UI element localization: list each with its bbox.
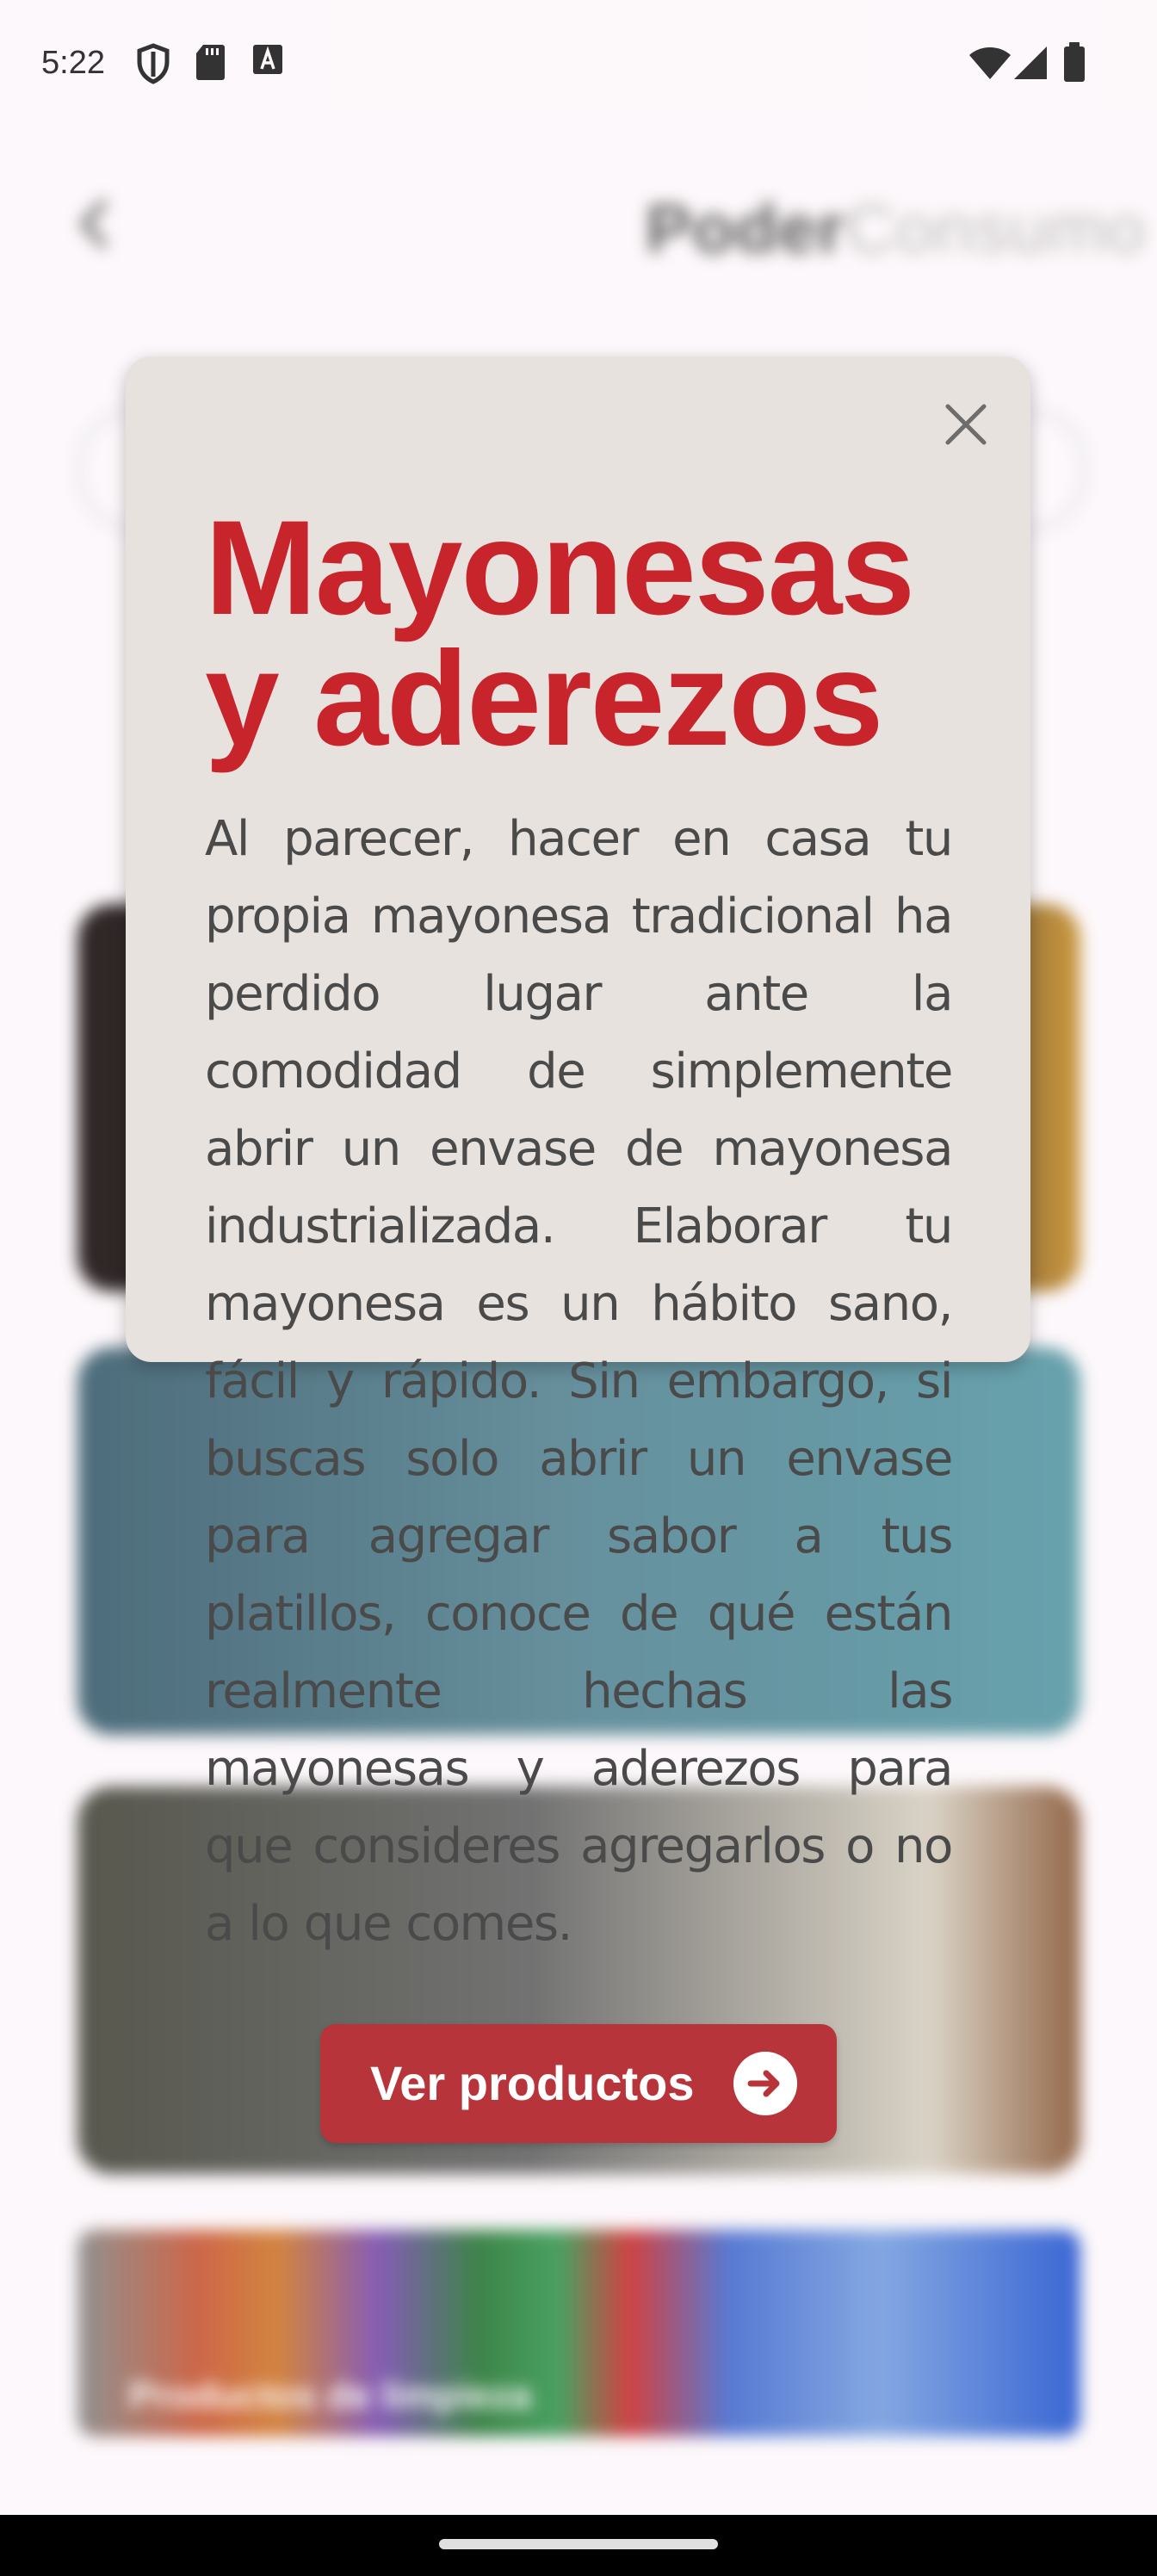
- battery-icon: [1064, 42, 1085, 82]
- dialog-body: Al parecer, hacer en casa tu propia mayo…: [205, 811, 953, 1952]
- keyboard-a-icon: [253, 45, 282, 74]
- cell-signal-icon: [1014, 46, 1047, 79]
- shield-icon: [137, 43, 170, 84]
- arrow-right-circle-icon: [733, 2052, 797, 2115]
- wifi-icon: [969, 47, 1011, 79]
- navigation-bar: [0, 2515, 1157, 2576]
- close-icon[interactable]: [943, 401, 989, 448]
- view-products-button[interactable]: Ver productos: [320, 2024, 837, 2143]
- home-gesture-handle[interactable]: [439, 2539, 718, 2549]
- status-time: 5:22: [41, 45, 105, 81]
- info-dialog: Mayonesas y aderezos Al parecer, hacer e…: [126, 356, 1030, 1952]
- dialog-title: Mayonesas y aderezos: [205, 493, 915, 774]
- sd-card-icon: [196, 45, 225, 80]
- status-bar: 5:22: [0, 0, 1157, 129]
- view-products-label: Ver productos: [370, 2056, 695, 2110]
